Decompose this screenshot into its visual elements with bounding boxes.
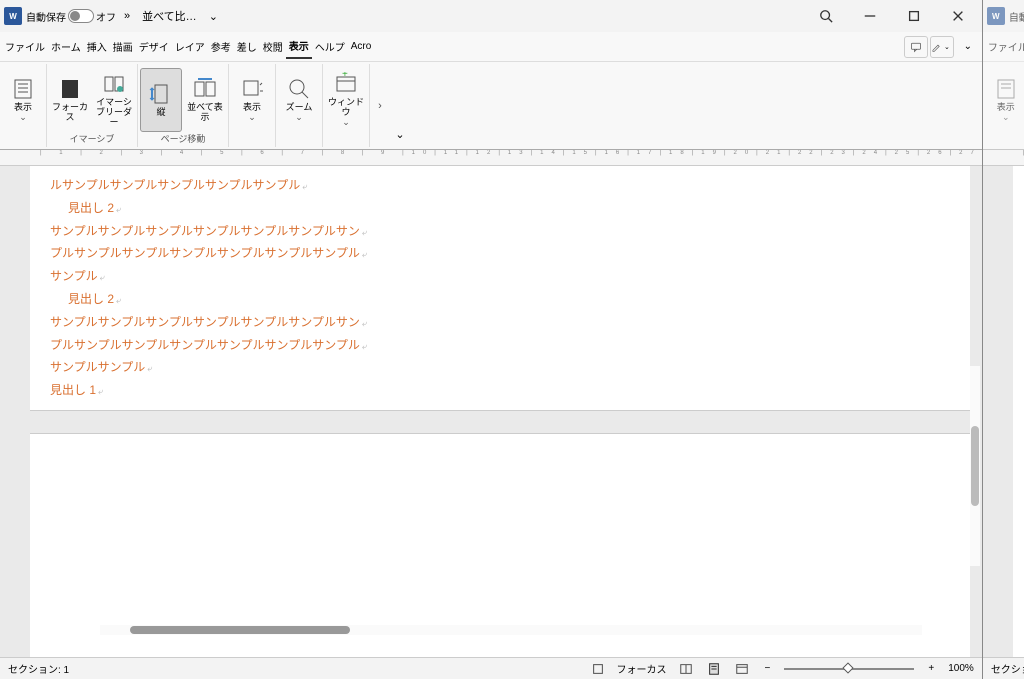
ribbon-expand-button[interactable]: ⌄ [956,36,980,58]
views-button[interactable]: 表示⌄ [2,68,44,132]
vertical-ruler[interactable] [0,166,30,657]
ribbon-collapse-button[interactable]: ⌄ [390,64,410,147]
word-window-left: W 自動保存 オフ » 並べて比… ⌄ ファイル ホーム 挿入 描画 デザイ レ… [0,0,983,679]
immersive-reader-button[interactable]: イマーシブリーダー [93,68,135,132]
document-line[interactable]: サンプルサンプル [50,356,950,379]
document-line[interactable]: ルサンプルサンプルサンプルサンプルサンプル [50,174,950,197]
ribbon-group-page-movement: 縦 並べて表示 ページ移動 [138,64,229,147]
zoom-in-button[interactable]: + [924,663,938,674]
document-title: 並べて比… [142,8,197,24]
minimize-button[interactable] [850,2,890,30]
tab-view[interactable]: 表示 [286,34,312,59]
focus-label[interactable]: フォーカス [617,661,667,676]
zoom-out-button[interactable]: − [761,663,775,674]
views-button[interactable]: 表示⌄ [985,68,1024,132]
ribbon-tabs: ファイル ホーム 挿入 描画 デザイ レイア 参考 差し 校閲 表示 ヘルプ A… [983,32,1024,62]
pagemove-group-label: ページ移動 [161,132,206,147]
document-area[interactable]: タイトル：BBB見出し 1サンプルサンプルサンプルサンプルサンプルサンプルサンプ… [983,166,1024,657]
section-indicator[interactable]: セクション: 1 [991,661,1024,676]
show-button[interactable]: 表示⌄ [231,68,273,132]
document-line[interactable]: 見出し 1 [50,379,950,402]
tab-review[interactable]: 校閲 [260,35,286,58]
sidebyside-button[interactable]: 並べて表示 [184,68,226,132]
horizontal-ruler[interactable]: | 1 | 2 | 3 | 4 | 5 | 6 | 7 | 8 | 9 |10|… [983,150,1024,166]
editing-mode-button[interactable]: ⌄ [930,36,954,58]
autosave-state: オフ [96,9,116,24]
document-line[interactable]: 見出し 2 [50,197,950,220]
maximize-button[interactable] [894,2,934,30]
status-bar: セクション: 1 フォーカス − + 100% [983,657,1024,679]
search-button[interactable] [806,2,846,30]
document-line[interactable]: サンプル [50,265,950,288]
horizontal-ruler[interactable]: | 1 | 2 | 3 | 4 | 5 | 6 | 7 | 8 | 9 |10|… [0,150,982,166]
autosave-label: 自動保存 [1009,9,1024,24]
ribbon-group-zoom: ズーム⌄ [276,64,323,147]
tab-references[interactable]: 参考 [208,35,234,58]
autosave-toggle[interactable]: 自動保存 オフ [1009,9,1024,24]
document-line[interactable]: サンプルサンプルサンプルサンプルサンプルサンプルサン [50,220,950,243]
tab-help[interactable]: ヘルプ [312,35,348,58]
vertical-scrollbar[interactable] [970,366,980,566]
print-layout-button[interactable] [705,662,723,676]
tab-insert[interactable]: 挿入 [84,35,110,58]
zoom-button[interactable]: ズーム⌄ [278,68,320,132]
horizontal-scrollbar[interactable] [100,625,922,635]
focus-button[interactable]: フォーカス [49,68,91,132]
ribbon-group-show: 表示⌄ [229,64,276,147]
read-mode-button[interactable] [677,662,695,676]
document-line[interactable]: サンプルサンプルサンプルサンプルサンプルサンプルサン [50,311,950,334]
document-page[interactable]: タイトル：BBB見出し 1サンプルサンプルサンプルサンプルサンプルサンプルサンプ… [1013,166,1024,657]
ribbon-tabs: ファイル ホーム 挿入 描画 デザイ レイア 参考 差し 校閲 表示 ヘルプ A… [0,32,982,62]
titlebar: W 自動保存 オフ » 並べて比… ⌄ [983,0,1024,32]
ribbon-more-button[interactable]: › [370,64,390,147]
tab-file[interactable]: ファイル [2,35,48,58]
vertical-ruler[interactable] [983,166,1013,657]
word-icon: W [4,7,22,25]
autosave-label: 自動保存 [26,9,66,24]
tab-acrobat[interactable]: Acro [348,37,375,56]
tab-mailings[interactable]: 差し [234,35,260,58]
ribbon-group-window: +ウィンドウ⌄ [323,64,370,147]
ribbon-group-immersive: フォーカス イマーシブリーダー イマーシブ [47,64,138,147]
section-indicator[interactable]: セクション: 1 [8,661,69,676]
zoom-slider[interactable] [784,668,914,670]
comments-button[interactable] [904,36,928,58]
tab-layout[interactable]: レイア [172,35,208,58]
toggle-off-icon[interactable] [68,9,94,23]
tab-home[interactable]: ホーム [48,35,84,58]
document-line[interactable]: 見出し 2 [50,288,950,311]
svg-text:+: + [342,72,348,80]
title-dropdown-icon[interactable]: ⌄ [205,10,222,23]
document-area[interactable]: ルサンプルサンプルサンプルサンプルサンプル見出し 2サンプルサンプルサンプルサン… [0,166,982,657]
web-layout-button[interactable] [733,662,751,676]
close-button[interactable] [938,2,978,30]
word-icon: W [987,7,1005,25]
zoom-percentage[interactable]: 100% [948,663,974,674]
autosave-toggle[interactable]: 自動保存 オフ [26,9,116,24]
tab-design[interactable]: デザイ [136,35,172,58]
vertical-button[interactable]: 縦 [140,68,182,132]
titlebar: W 自動保存 オフ » 並べて比… ⌄ [0,0,982,32]
ribbon: 表示⌄ フォーカス イマーシブリーダー イマーシブ 縦 並べて表示 ページ移動 … [0,62,982,150]
document-page[interactable]: ルサンプルサンプルサンプルサンプルサンプル見出し 2サンプルサンプルサンプルサン… [30,166,970,657]
ribbon: 表示⌄ フォーカス イマーシブリーダー イマーシブ 縦 並べて表示 ページ移動 … [983,62,1024,150]
page-break [30,410,970,434]
document-line[interactable]: プルサンプルサンプルサンプルサンプルサンプルサンプル [50,334,950,357]
tab-file[interactable]: ファイル [985,35,1024,58]
immersive-group-label: イマーシブ [70,132,115,147]
status-bar: セクション: 1 フォーカス − + 100% [0,657,982,679]
window-button[interactable]: +ウィンドウ⌄ [325,68,367,132]
tab-draw[interactable]: 描画 [110,35,136,58]
focus-mode-button[interactable] [589,662,607,676]
document-line[interactable]: プルサンプルサンプルサンプルサンプルサンプルサンプル [50,242,950,265]
ribbon-group-views: 表示⌄ [0,64,47,147]
overflow-icon[interactable]: » [120,10,134,22]
word-window-right: W 自動保存 オフ » 並べて比… ⌄ ファイル ホーム 挿入 描画 デザイ レ… [983,0,1024,679]
